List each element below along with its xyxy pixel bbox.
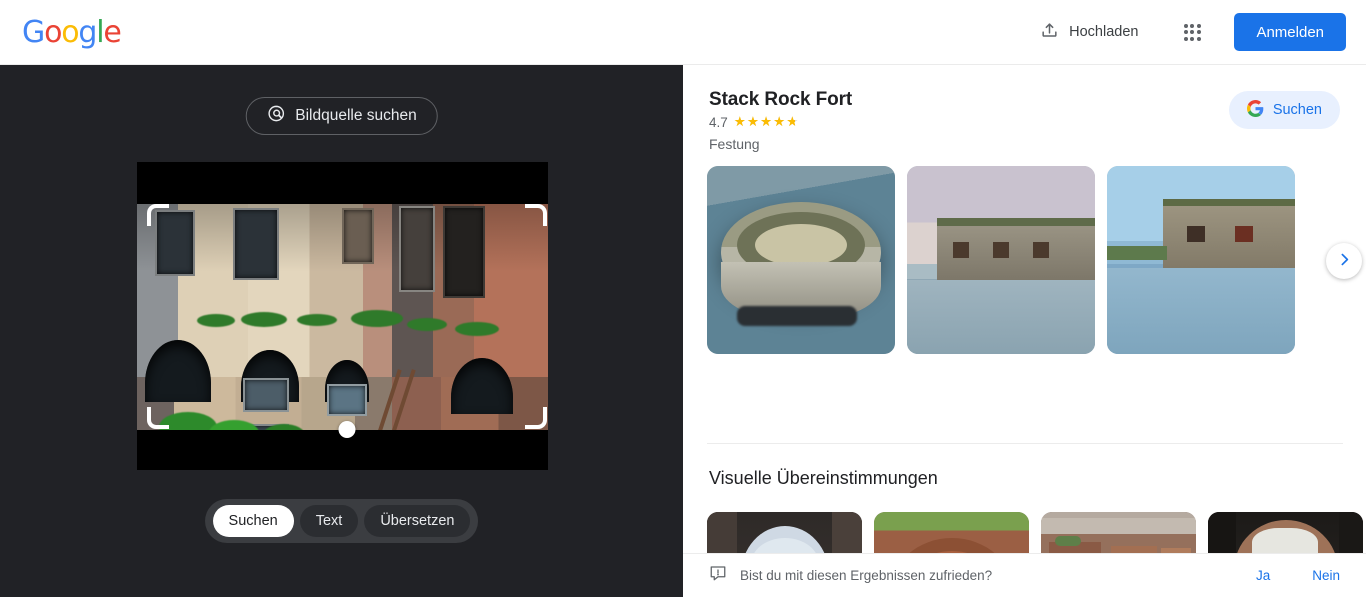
signin-button[interactable]: Anmelden [1234, 13, 1346, 51]
google-logo[interactable]: Google [22, 15, 122, 50]
mode-tab-uebersetzen[interactable]: Übersetzen [364, 505, 471, 537]
google-search-label: Suchen [1272, 102, 1322, 118]
upload-button-label: Hochladen [1069, 24, 1139, 40]
feedback-links: Ja Nein [1256, 568, 1340, 583]
result-thumbnail-row [707, 166, 1295, 354]
mode-tab-text[interactable]: Text [299, 505, 359, 537]
rating-stars: ★★★★★ ★★★★★ [733, 113, 800, 130]
google-lens-page: Google Hochladen Anmelden Bildquelle suc… [0, 0, 1366, 597]
result-title: Stack Rock Fort [709, 89, 853, 110]
header-actions: Hochladen Anmelden [1028, 12, 1366, 52]
result-thumbnail-3[interactable] [1107, 166, 1295, 354]
image-canvas[interactable] [137, 162, 548, 470]
feedback-yes-button[interactable]: Ja [1256, 568, 1270, 583]
uploaded-image [137, 162, 548, 470]
mode-selector: Suchen Text Übersetzen [204, 499, 479, 543]
google-search-button[interactable]: Suchen [1228, 91, 1340, 129]
next-results-button[interactable] [1326, 243, 1362, 279]
knowledge-panel-header: Stack Rock Fort 4.7 ★★★★★ ★★★★★ Festung [709, 89, 852, 152]
result-thumbnail-1[interactable] [707, 166, 895, 354]
apps-grid-button[interactable] [1172, 12, 1212, 52]
rating-row: 4.7 ★★★★★ ★★★★★ [709, 115, 852, 130]
feedback-bar: Bist du mit diesen Ergebnissen zufrieden… [683, 553, 1366, 597]
result-thumbnail-2[interactable] [907, 166, 1095, 354]
mode-tab-suchen[interactable]: Suchen [212, 505, 294, 537]
chevron-right-icon [1336, 251, 1353, 271]
google-g-icon [1246, 99, 1264, 121]
rating-value: 4.7 [709, 115, 728, 130]
search-image-source-label: Bildquelle suchen [295, 107, 417, 124]
feedback-question: Bist du mit diesen Ergebnissen zufrieden… [740, 568, 993, 583]
section-divider [707, 443, 1343, 444]
results-panel: Stack Rock Fort 4.7 ★★★★★ ★★★★★ Festung S… [683, 65, 1366, 597]
feedback-no-button[interactable]: Nein [1312, 568, 1340, 583]
result-category: Festung [709, 136, 760, 152]
visual-matches-title: Visuelle Übereinstimmungen [709, 468, 938, 488]
apps-grid-icon [1183, 23, 1201, 41]
upload-button[interactable]: Hochladen [1028, 13, 1150, 52]
upload-icon [1040, 21, 1059, 44]
image-search-icon [266, 104, 285, 128]
top-header: Google Hochladen Anmelden [0, 0, 1366, 65]
search-image-source-button[interactable]: Bildquelle suchen [245, 97, 438, 135]
image-viewer-panel: Bildquelle suchen Suchen Text Übersetzen [0, 65, 683, 597]
feedback-icon [709, 564, 727, 587]
